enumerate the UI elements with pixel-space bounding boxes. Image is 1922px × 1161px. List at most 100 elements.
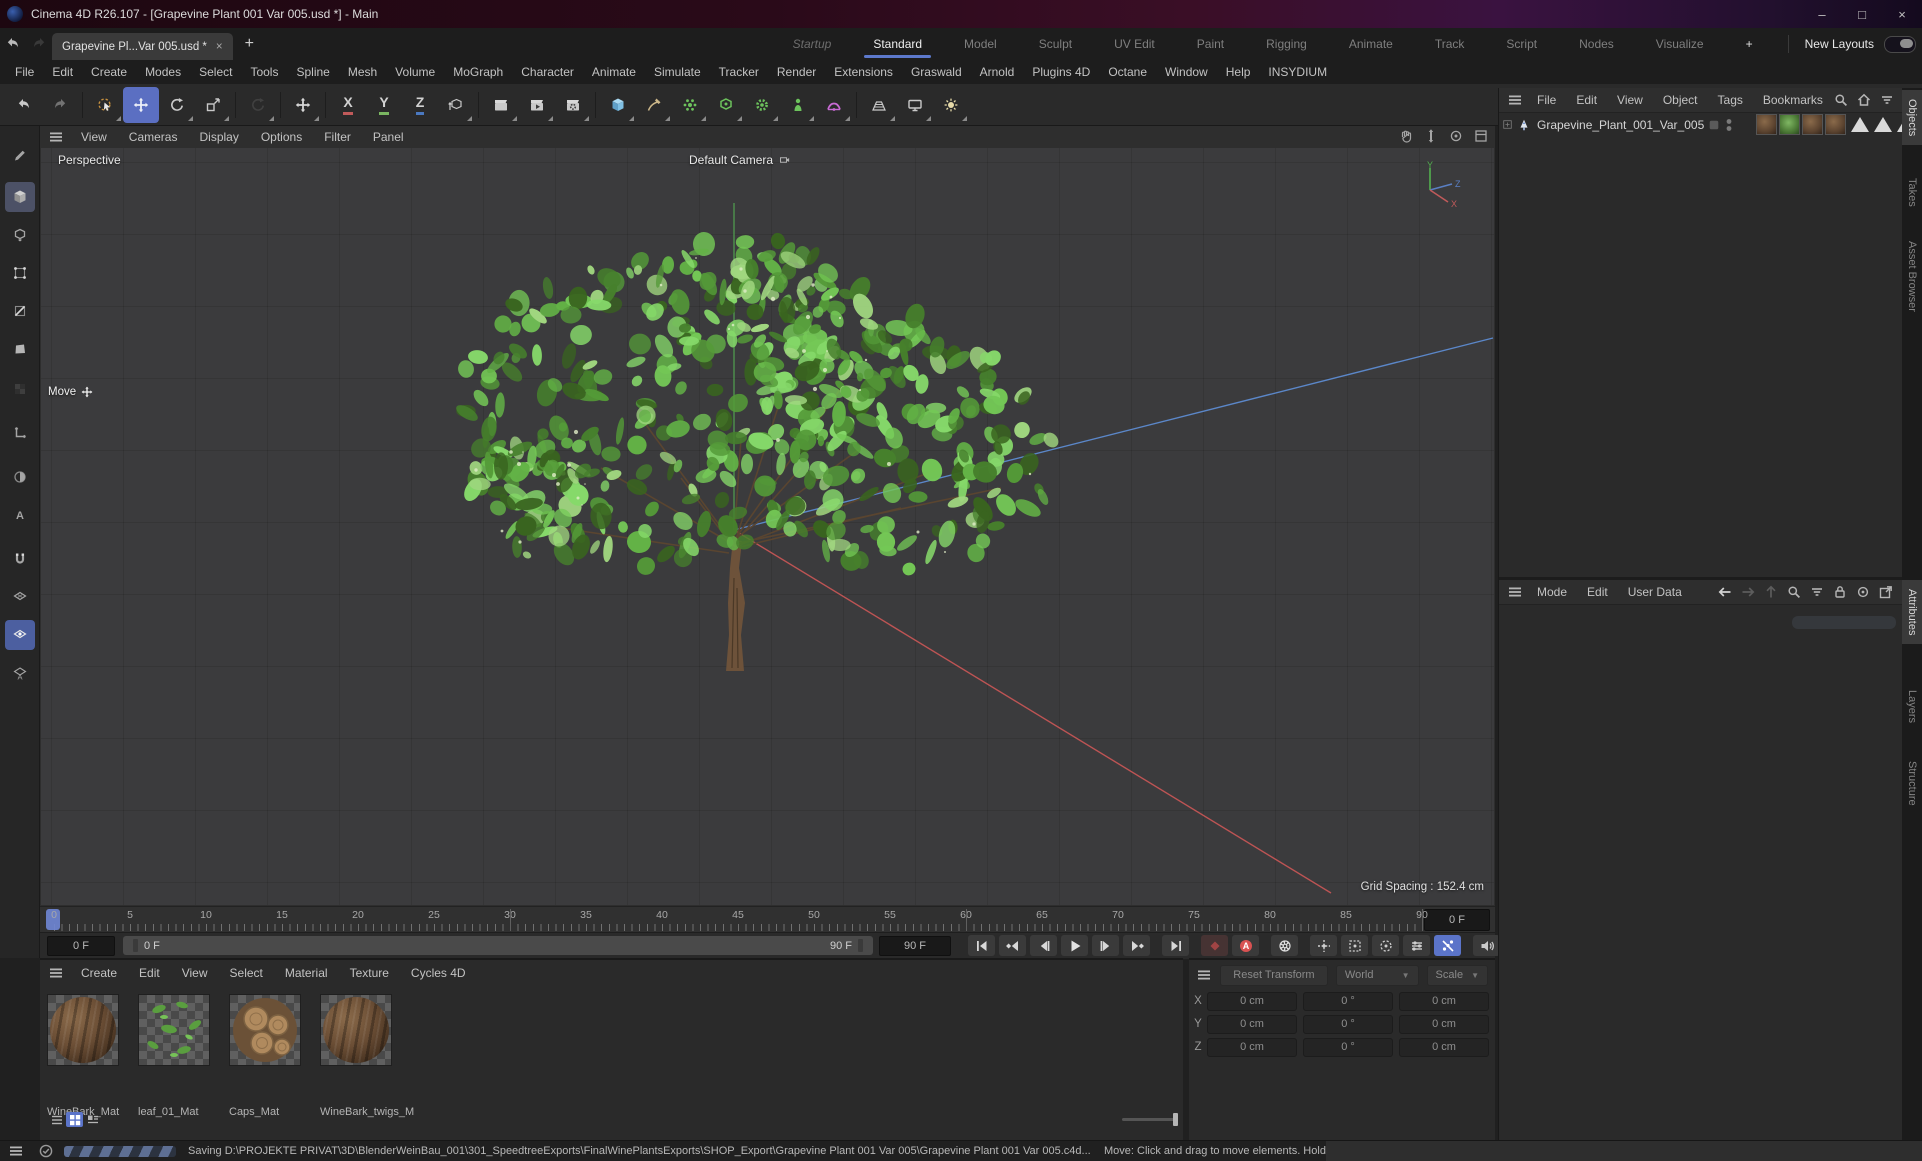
prev-frame-button[interactable] — [1030, 935, 1057, 956]
object-menu-object[interactable]: Object — [1653, 93, 1708, 107]
search-icon[interactable] — [1786, 584, 1802, 600]
menu-tracker[interactable]: Tracker — [710, 65, 768, 79]
space-dropdown[interactable]: World ▼ — [1335, 964, 1419, 986]
last-tool-button[interactable] — [240, 87, 276, 123]
menu-edit[interactable]: Edit — [43, 65, 82, 79]
tab-close-icon[interactable]: × — [216, 41, 223, 53]
back-icon[interactable] — [1717, 584, 1733, 600]
menu-animate[interactable]: Animate — [583, 65, 645, 79]
expand-icon[interactable] — [1502, 119, 1513, 130]
triangle-tag-icon[interactable] — [1874, 117, 1893, 132]
layout-tab-sculpt[interactable]: Sculpt — [1018, 28, 1093, 60]
scale-field[interactable]: 0 cm — [1399, 1014, 1489, 1034]
texture-tag-icon[interactable] — [1825, 114, 1847, 135]
keying-settings-button[interactable] — [1271, 935, 1298, 956]
object-menu-file[interactable]: File — [1527, 93, 1566, 107]
menu-mograph[interactable]: MoGraph — [444, 65, 512, 79]
object-menu-bookmarks[interactable]: Bookmarks — [1753, 93, 1833, 107]
field-button[interactable] — [816, 87, 852, 123]
layout-tab-startup[interactable]: Startup — [772, 28, 853, 60]
home-icon[interactable] — [1856, 92, 1872, 108]
range-grip-right[interactable] — [858, 939, 863, 952]
add-document-tab-button[interactable]: + — [245, 35, 254, 53]
maximize-icon[interactable] — [1473, 128, 1489, 144]
up-icon[interactable] — [1763, 584, 1779, 600]
primitive-cube-button[interactable] — [600, 87, 636, 123]
preview-range-slider[interactable]: 0 F 90 F — [123, 936, 873, 955]
coord-system-button[interactable] — [438, 87, 474, 123]
viewport-menu-options[interactable]: Options — [250, 130, 313, 144]
material-menu-material[interactable]: Material — [274, 966, 339, 980]
material-thumbnail-log-caps[interactable] — [229, 994, 301, 1066]
object-menu-tags[interactable]: Tags — [1708, 93, 1753, 107]
attributes-menu-edit[interactable]: Edit — [1577, 585, 1618, 599]
menu-character[interactable]: Character — [512, 65, 583, 79]
new-layouts-toggle[interactable] — [1884, 35, 1916, 53]
menu-window[interactable]: Window — [1156, 65, 1217, 79]
layout-tab-paint[interactable]: Paint — [1176, 28, 1245, 60]
side-tab-asset-browser[interactable]: Asset Browser — [1902, 232, 1922, 321]
floor-button[interactable] — [861, 87, 897, 123]
external-icon[interactable] — [1878, 584, 1894, 600]
texture-tag-icon[interactable] — [1756, 114, 1778, 135]
material-menu-view[interactable]: View — [171, 966, 219, 980]
pan-icon[interactable] — [1398, 128, 1414, 144]
material-name[interactable]: Caps_Mat — [229, 1106, 279, 1118]
layout-tab-model[interactable]: Model — [943, 28, 1018, 60]
viewport-menu-filter[interactable]: Filter — [313, 130, 362, 144]
object-row[interactable]: Grapevine_Plant_001_Var_005 — [1499, 113, 1922, 136]
generator-button[interactable] — [744, 87, 780, 123]
menu-simulate[interactable]: Simulate — [645, 65, 710, 79]
spline-pen-button[interactable] — [636, 87, 672, 123]
layout-tab-script[interactable]: Script — [1485, 28, 1558, 60]
texture-tag-icon[interactable] — [1802, 114, 1824, 135]
current-frame-box[interactable]: 0 F — [1424, 909, 1490, 931]
tweak-pencil-button[interactable] — [5, 140, 35, 170]
prev-key-button[interactable] — [999, 935, 1026, 956]
material-thumbnail-leaf-scatter[interactable] — [138, 994, 210, 1066]
mograph-button[interactable] — [672, 87, 708, 123]
menu-arnold[interactable]: Arnold — [971, 65, 1024, 79]
object-menu-edit[interactable]: Edit — [1566, 93, 1607, 107]
redo-button[interactable] — [42, 87, 78, 123]
attributes-menu-user-data[interactable]: User Data — [1618, 585, 1692, 599]
menu-graswald[interactable]: Graswald — [902, 65, 971, 79]
model-mode-button[interactable] — [5, 182, 35, 212]
menu-plugins-4d[interactable]: Plugins 4D — [1023, 65, 1099, 79]
menu-file[interactable]: File — [6, 65, 43, 79]
icon-view-button[interactable] — [66, 1112, 83, 1127]
minimize-button[interactable]: – — [1802, 2, 1842, 26]
close-button[interactable]: × — [1882, 2, 1922, 26]
key-parameter-button[interactable] — [1403, 935, 1430, 956]
layout-tab-nodes[interactable]: Nodes — [1558, 28, 1635, 60]
hamburger-icon[interactable] — [1196, 967, 1212, 983]
reset-transform-button[interactable]: Reset Transform — [1220, 964, 1328, 986]
menu-spline[interactable]: Spline — [287, 65, 338, 79]
axis-modify-button[interactable] — [285, 87, 321, 123]
menu-extensions[interactable]: Extensions — [825, 65, 902, 79]
menu-insydium[interactable]: INSYDIUM — [1259, 65, 1336, 79]
material-item[interactable]: WineBark_twigs_M — [320, 994, 414, 1118]
render-picture-viewer-button[interactable] — [519, 87, 555, 123]
material-item[interactable]: Caps_Mat — [229, 994, 301, 1118]
undo-icon[interactable] — [0, 31, 26, 57]
material-name[interactable]: WineBark_twigs_M — [320, 1106, 414, 1118]
visibility-dots-icon[interactable] — [1724, 118, 1734, 132]
menu-modes[interactable]: Modes — [136, 65, 190, 79]
stage-button[interactable] — [897, 87, 933, 123]
snap-magnet-button[interactable] — [5, 544, 35, 574]
next-key-button[interactable] — [1123, 935, 1150, 956]
move-tool-button[interactable] — [123, 86, 159, 123]
points-mode-button[interactable] — [5, 258, 35, 288]
layout-tab-track[interactable]: Track — [1414, 28, 1486, 60]
material-menu-cycles-4d[interactable]: Cycles 4D — [400, 966, 477, 980]
key-rotation-button[interactable] — [1372, 935, 1399, 956]
viewport-menu-cameras[interactable]: Cameras — [118, 130, 189, 144]
hamburger-icon[interactable] — [8, 1143, 24, 1159]
next-frame-button[interactable] — [1092, 935, 1119, 956]
slider-handle[interactable] — [1173, 1113, 1178, 1126]
volume-button[interactable] — [708, 87, 744, 123]
axis-mode-button[interactable] — [5, 418, 35, 448]
view-label[interactable]: Perspective — [58, 153, 121, 167]
menu-select[interactable]: Select — [190, 65, 241, 79]
